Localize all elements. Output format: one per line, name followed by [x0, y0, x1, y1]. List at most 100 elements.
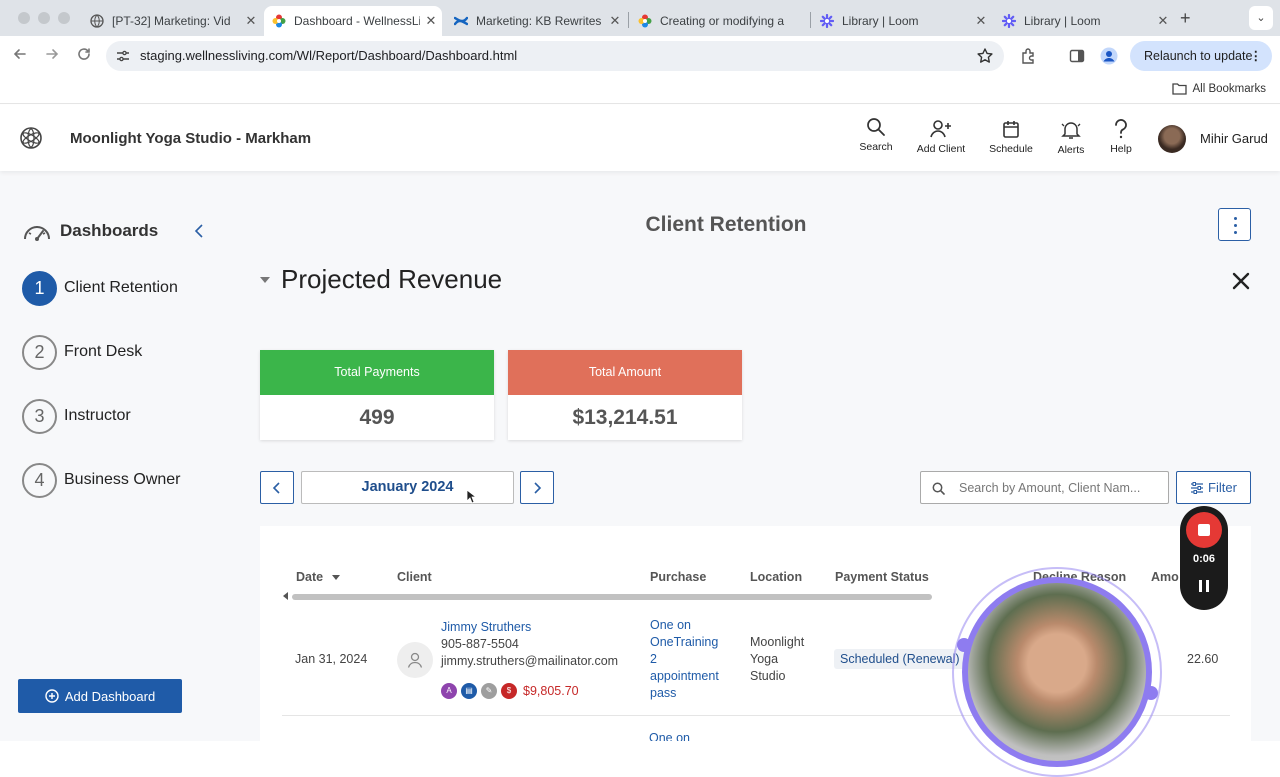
loom-recording-controls: 0:06	[1180, 506, 1228, 610]
add-dashboard-label: Add Dashboard	[64, 688, 156, 704]
forward-arrow-icon[interactable]	[44, 46, 60, 62]
kpi-value: $13,214.51	[572, 406, 678, 429]
window-close-dot[interactable]	[18, 12, 30, 24]
tab-title: Dashboard - WellnessLi	[294, 14, 420, 28]
sidebar-item-client-retention[interactable]: 1 Client Retention	[22, 270, 178, 306]
tab-close-icon[interactable]: ✕	[240, 13, 262, 29]
kpi-total-amount: Total Amount $13,214.51	[508, 350, 742, 440]
column-header-payment-status[interactable]: Payment Status	[835, 570, 929, 584]
client-avatar[interactable]	[397, 642, 433, 678]
browser-tab[interactable]: Library | Loom ✕	[994, 6, 1174, 36]
relaunch-button[interactable]: Relaunch to update ⋮	[1130, 41, 1272, 71]
column-header-amount[interactable]: Amo	[1151, 570, 1179, 584]
back-arrow-icon[interactable]	[12, 46, 28, 62]
header-schedule-button[interactable]: Schedule	[986, 119, 1036, 155]
sidebar-item-label: Business Owner	[64, 471, 181, 488]
pause-icon[interactable]	[1199, 580, 1209, 592]
dollar-icon[interactable]: $	[501, 683, 517, 699]
kpi-value: 499	[359, 406, 395, 429]
browser-tab[interactable]: [PT-32] Marketing: Vid ✕	[82, 6, 262, 36]
bookmark-star-icon[interactable]	[976, 47, 994, 65]
row-amount: 22.60	[1187, 652, 1219, 666]
section-close-icon[interactable]	[1231, 271, 1251, 291]
address-bar[interactable]: staging.wellnessliving.com/Wl/Report/Das…	[106, 41, 1004, 71]
studio-name[interactable]: Moonlight Yoga Studio - Markham	[70, 130, 311, 147]
new-tab-icon[interactable]: +	[1180, 8, 1191, 29]
column-header-client[interactable]: Client	[397, 570, 432, 584]
plus-circle-icon	[45, 689, 59, 703]
browser-tab-active[interactable]: Dashboard - WellnessLi ✕	[264, 6, 442, 36]
add-dashboard-button[interactable]: Add Dashboard	[18, 679, 182, 713]
gauge-icon	[24, 226, 50, 241]
column-header-purchase[interactable]: Purchase	[650, 570, 706, 584]
help-icon	[1115, 119, 1127, 139]
wellnessliving-icon	[638, 14, 652, 28]
loom-camera-bubble[interactable]	[962, 577, 1152, 767]
camera-resize-handle[interactable]	[957, 638, 971, 652]
sidebar-item-instructor[interactable]: 3 Instructor	[22, 398, 131, 434]
filter-button[interactable]: Filter	[1176, 471, 1251, 504]
browser-toolbar: staging.wellnessliving.com/Wl/Report/Das…	[0, 36, 1280, 76]
tab-close-icon[interactable]: ✕	[604, 13, 626, 29]
header-search-button[interactable]: Search	[855, 117, 897, 153]
page-title: Client Retention	[645, 213, 807, 236]
row-location: Moonlight Yoga Studio	[750, 635, 805, 683]
relaunch-label: Relaunch to update	[1144, 49, 1253, 63]
sidebar-item-business-owner[interactable]: 4 Business Owner	[22, 462, 181, 498]
pencil-icon[interactable]: ✎	[481, 683, 497, 699]
profile-icon[interactable]	[1100, 47, 1118, 65]
column-header-location[interactable]: Location	[750, 570, 802, 584]
tab-close-icon[interactable]: ✕	[970, 13, 992, 29]
header-schedule-label: Schedule	[989, 143, 1033, 155]
window-zoom-dot[interactable]	[58, 12, 70, 24]
scrollbar-thumb[interactable]	[292, 594, 932, 600]
search-field[interactable]	[920, 471, 1169, 504]
window-minimize-dot[interactable]	[38, 12, 50, 24]
kebab-menu-icon: ⋮	[1249, 49, 1263, 63]
column-header-date[interactable]: Date	[296, 570, 340, 584]
stop-recording-button[interactable]	[1186, 512, 1222, 548]
client-name-link[interactable]: Jimmy Struthers	[441, 619, 531, 636]
purchase-link[interactable]: One on OneTraining 2 appointment pass	[650, 617, 719, 702]
browser-tab[interactable]: Marketing: KB Rewrites ✕	[446, 6, 626, 36]
user-name[interactable]: Mihir Garud	[1200, 131, 1268, 146]
scroll-left-arrow-icon[interactable]	[283, 592, 288, 600]
site-settings-icon[interactable]	[116, 49, 130, 63]
collapse-sidebar-icon[interactable]	[194, 223, 204, 239]
section-collapse-caret-icon[interactable]	[260, 277, 270, 283]
month-selector[interactable]: January 2024	[301, 471, 514, 504]
header-add-client-button[interactable]: Add Client	[912, 119, 970, 155]
header-help-button[interactable]: Help	[1106, 119, 1136, 155]
page-options-kebab-icon[interactable]	[1218, 208, 1251, 241]
browser-tab[interactable]: Creating or modifying a	[630, 6, 810, 36]
camera-resize-handle[interactable]	[1144, 686, 1158, 700]
next-row-purchase-link[interactable]: One on	[649, 731, 690, 741]
bell-icon	[1061, 122, 1081, 139]
next-month-button[interactable]	[520, 471, 554, 504]
client-badge-a[interactable]: A	[441, 683, 457, 699]
sidebar-title-label: Dashboards	[60, 221, 159, 240]
tab-close-icon[interactable]: ✕	[1152, 13, 1174, 29]
stop-icon	[1198, 524, 1210, 536]
tab-close-icon[interactable]: ✕	[420, 13, 442, 29]
side-panel-icon[interactable]	[1069, 48, 1085, 64]
studio-logo-icon[interactable]	[20, 127, 42, 149]
previous-month-button[interactable]	[260, 471, 294, 504]
folder-icon	[1171, 83, 1187, 95]
sidebar-item-front-desk[interactable]: 2 Front Desk	[22, 334, 142, 370]
all-bookmarks-button[interactable]: All Bookmarks	[1171, 82, 1266, 95]
kpi-label: Total Payments	[260, 350, 494, 395]
avatar[interactable]	[1158, 125, 1186, 153]
reload-icon[interactable]	[76, 46, 92, 62]
header-alerts-button[interactable]: Alerts	[1052, 120, 1090, 156]
browser-tab[interactable]: Library | Loom ✕	[812, 6, 992, 36]
membership-card-icon[interactable]: ▤	[461, 683, 477, 699]
app-header: Moonlight Yoga Studio - Markham Search A…	[0, 105, 1280, 171]
tab-search-chevron-icon[interactable]: ⌄	[1249, 6, 1273, 30]
sidebar-item-label: Client Retention	[64, 279, 178, 296]
search-icon	[867, 118, 885, 136]
extensions-icon[interactable]	[1020, 47, 1038, 65]
sidebar-title: Dashboards	[22, 219, 158, 243]
search-input[interactable]	[959, 478, 1159, 498]
sidebar-item-number: 1	[22, 270, 57, 306]
